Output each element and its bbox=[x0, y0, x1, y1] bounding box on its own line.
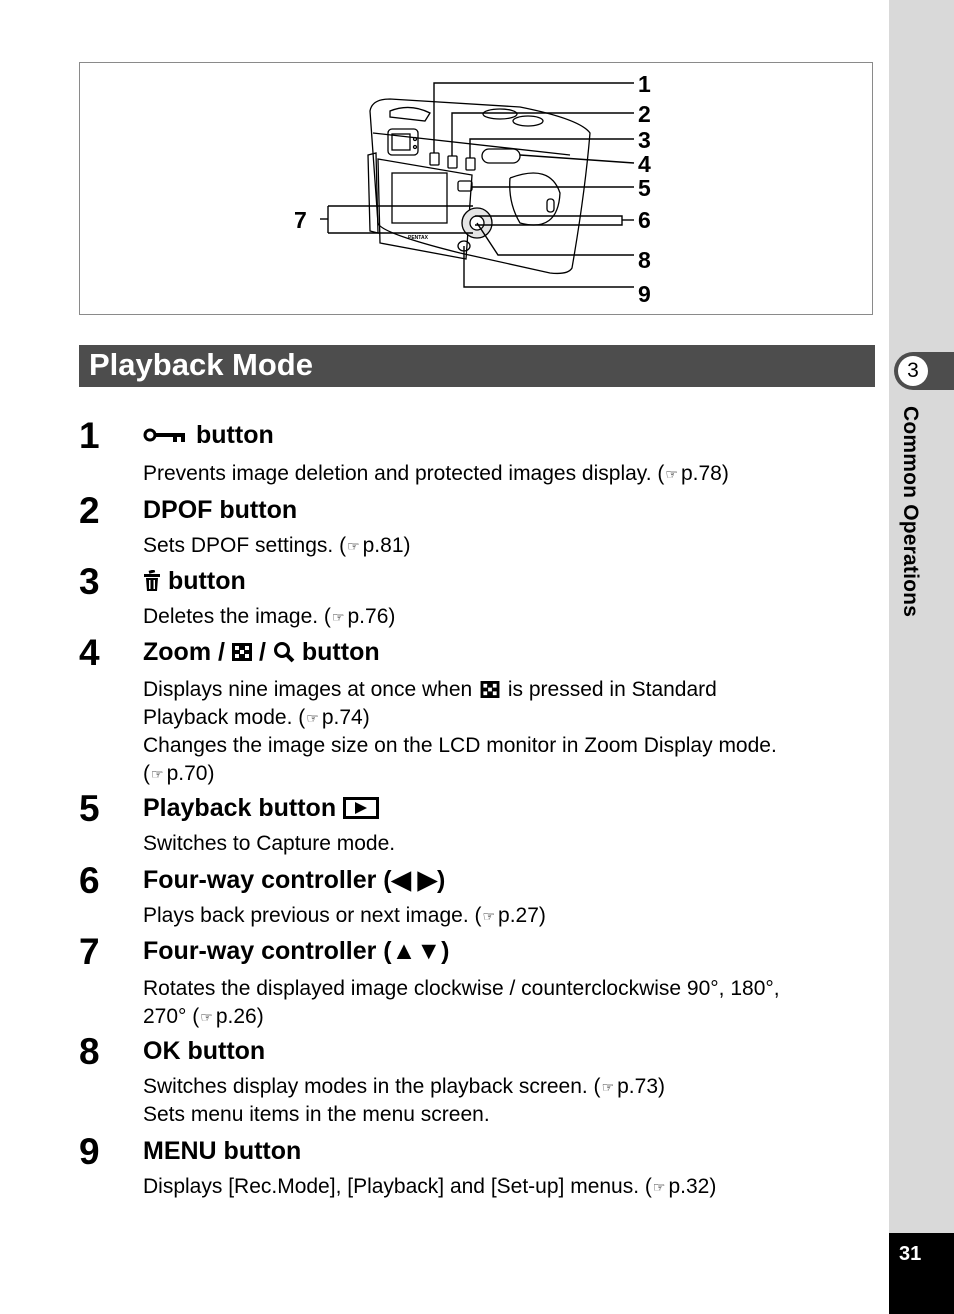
item-number: 5 bbox=[79, 788, 100, 829]
item-desc: Sets DPOF settings. (☞ p.81) bbox=[143, 534, 411, 557]
item-number: 8 bbox=[79, 1031, 100, 1072]
callout-5: 5 bbox=[638, 175, 651, 201]
nine-image-grid-icon bbox=[231, 643, 252, 661]
item-number: 6 bbox=[79, 860, 100, 901]
callout-3: 3 bbox=[638, 127, 651, 153]
callout-6: 6 bbox=[638, 207, 651, 233]
item-number: 2 bbox=[79, 490, 100, 531]
page-ref-icon: ☞ bbox=[331, 609, 345, 625]
camera-illustration: PENTAX bbox=[320, 82, 635, 288]
item-title: DPOF button bbox=[143, 496, 298, 524]
page-ref[interactable]: p.76 bbox=[348, 605, 389, 628]
item-title: Zoom / / button bbox=[143, 638, 380, 666]
page-ref-icon: ☞ bbox=[601, 1079, 615, 1095]
callout-7: 7 bbox=[294, 207, 307, 233]
page-ref-icon: ☞ bbox=[306, 710, 319, 726]
item-title-text: button bbox=[168, 567, 246, 595]
callout-9: 9 bbox=[638, 281, 651, 307]
item-desc: Displays [Rec.Mode], [Playback] and [Set… bbox=[143, 1175, 717, 1198]
item-title: MENU button bbox=[143, 1137, 302, 1165]
item-desc: Prevents image deletion and protected im… bbox=[143, 462, 729, 485]
page-ref[interactable]: p.81 bbox=[363, 534, 404, 557]
item-title: Four-way controller (▲▼) bbox=[143, 937, 450, 965]
callout-2: 2 bbox=[638, 101, 651, 127]
item-number: 7 bbox=[79, 931, 100, 972]
item-desc: (☞ p.70) bbox=[143, 762, 215, 785]
item-desc: Rotates the displayed image clockwise / … bbox=[143, 977, 780, 1000]
page-ref-icon: ☞ bbox=[347, 538, 360, 554]
callout-8: 8 bbox=[638, 247, 651, 273]
item-number: 3 bbox=[79, 561, 100, 602]
item-desc: 270° (☞ p.26) bbox=[143, 1005, 264, 1028]
callout-1: 1 bbox=[638, 71, 651, 97]
item-desc: Switches display modes in the playback s… bbox=[143, 1075, 665, 1098]
page-number: 31 bbox=[899, 1243, 922, 1265]
item-desc: Deletes the image. (☞ p.76) bbox=[143, 605, 396, 628]
page-ref-icon: ☞ bbox=[200, 1009, 213, 1025]
item-desc: Displays nine images at once when is pre… bbox=[143, 678, 717, 701]
item-desc: Plays back previous or next image. (☞ p.2… bbox=[143, 904, 546, 927]
playback-icon bbox=[343, 797, 380, 819]
page-ref-icon: ☞ bbox=[151, 766, 164, 782]
item-title: Playback button bbox=[143, 793, 380, 823]
magnifier-icon bbox=[273, 642, 295, 663]
trash-icon bbox=[144, 570, 160, 591]
chapter-sidebar bbox=[889, 0, 954, 1314]
protect-key-icon bbox=[143, 428, 185, 442]
page-ref[interactable]: p.74 bbox=[322, 706, 363, 729]
item-title: button bbox=[143, 420, 274, 450]
item-desc: Changes the image size on the LCD monito… bbox=[143, 734, 777, 757]
page-ref[interactable]: p.32 bbox=[668, 1175, 709, 1198]
item-number: 9 bbox=[79, 1131, 100, 1172]
camera-brand-label: PENTAX bbox=[408, 235, 429, 241]
item-title-text: button bbox=[196, 421, 274, 449]
page-number-box: 31 bbox=[889, 1233, 954, 1314]
page-ref-icon: ☞ bbox=[482, 908, 496, 924]
page-ref-icon: ☞ bbox=[652, 1179, 666, 1195]
page-ref-icon: ☞ bbox=[665, 466, 678, 482]
item-desc: Sets menu items in the menu screen. bbox=[143, 1103, 490, 1126]
nine-image-grid-icon bbox=[480, 681, 500, 698]
chapter-title: Common Operations bbox=[899, 406, 922, 618]
callout-4: 4 bbox=[638, 151, 651, 177]
section-heading: Playback Mode bbox=[79, 345, 875, 387]
page-ref[interactable]: p.27 bbox=[498, 904, 539, 927]
chapter-tab[interactable]: 3 bbox=[894, 352, 954, 390]
item-title: Four-way controller (◀ ▶) bbox=[143, 866, 446, 894]
item-number: 4 bbox=[79, 632, 100, 673]
page-ref[interactable]: p.70 bbox=[167, 762, 208, 785]
page-ref[interactable]: p.73 bbox=[617, 1075, 658, 1098]
page-ref[interactable]: p.78 bbox=[681, 462, 722, 485]
item-title: OK button bbox=[143, 1037, 266, 1065]
page-ref[interactable]: p.26 bbox=[216, 1005, 257, 1028]
chapter-number: 3 bbox=[898, 356, 928, 386]
item-desc: Switches to Capture mode. bbox=[143, 832, 396, 855]
item-desc: Playback mode. (☞ p.74) bbox=[143, 706, 370, 729]
camera-diagram: PENTAX 1 2 3 4 5 6 7 8 9 bbox=[79, 62, 873, 315]
item-title: button bbox=[143, 566, 246, 596]
item-number: 1 bbox=[79, 415, 100, 456]
